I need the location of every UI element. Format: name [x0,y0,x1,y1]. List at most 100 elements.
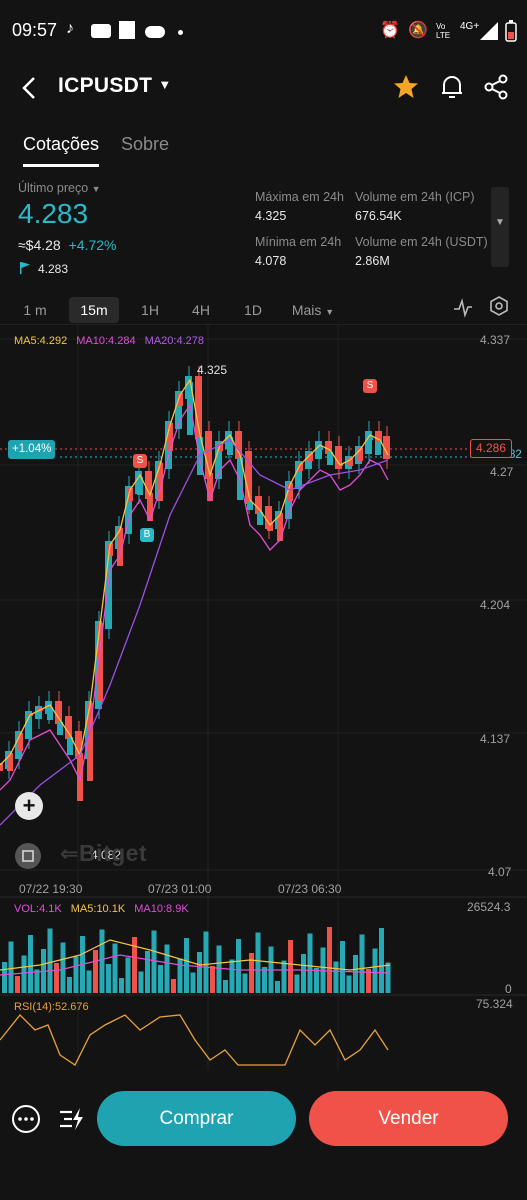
tf-more[interactable]: Mais ▼ [287,297,339,323]
volume-bar [86,970,92,993]
volume-bar [275,981,280,993]
volume-bar [229,959,235,993]
x-tick: 07/23 01:00 [148,882,212,896]
volume-bar [164,944,170,993]
tf-1h[interactable]: 1H [132,297,168,323]
rsi-legend: RSI(14):52.676 [14,1001,89,1013]
stats-expand-button[interactable]: ▼ [491,187,509,267]
tf-1d[interactable]: 1D [235,297,271,323]
volume-bar [340,941,345,993]
volume-bar [54,963,59,993]
status-time: 09:57 [12,20,58,40]
high-24h-value: 4.325 [255,209,287,223]
pct-change-tag: +1.04% [8,440,56,459]
vol-ma5-legend: MA5:10.1K [70,903,126,915]
tf-1m[interactable]: 1 m [16,297,54,323]
last-price-label[interactable]: Último preço ▼ [18,181,101,195]
volume-bar [67,977,72,993]
vol-ma10-legend: MA10:8.9K [134,903,189,915]
bitget-watermark: ⇐Bitget [60,840,148,866]
volume-bar [255,932,261,993]
x-tick: 07/22 19:30 [19,882,83,896]
youtube-icon [91,24,111,38]
add-drawing-button[interactable]: + [15,792,43,820]
volume-bar [242,973,248,993]
volume-bar [314,968,319,993]
ma20-line [0,439,389,826]
more-dots-icon [18,1117,34,1121]
quick-trade-icon[interactable] [58,1106,86,1132]
candle [235,431,242,459]
volume-bar [151,930,157,993]
cloud-icon [145,26,165,38]
sell-button[interactable]: Vender [309,1091,508,1146]
sell-marker[interactable]: S [133,454,147,468]
pair-name: ICPUSDT [58,74,153,97]
volume-bar [112,943,118,993]
rsi-line [0,1014,389,1066]
back-icon[interactable] [20,76,40,100]
volume-bar [145,951,150,993]
low-24h-value: 4.078 [255,254,287,268]
volume-bar [262,967,267,993]
volume-bar [281,960,287,993]
tab-cotacoes[interactable]: Cotações [23,134,99,155]
low-24h-label: Mínima em 24h [255,235,342,249]
share-icon[interactable] [484,74,508,100]
candle [365,431,372,454]
settings-icon[interactable] [489,296,509,316]
mute-icon: 🔕 [408,22,428,39]
volume-bar [15,976,20,993]
volume-bar [60,942,66,993]
volume-bar [210,966,215,993]
bell-icon[interactable] [440,74,464,100]
volume-bar [93,950,98,993]
indicator-icon[interactable] [453,298,473,318]
volume-bar [359,934,365,993]
kline-chart[interactable] [0,325,527,1070]
pair-selector[interactable]: ICPUSDT ▼ [58,74,172,98]
y-tick: 4.137 [480,732,511,746]
high-24h-label: Máxima em 24h [255,190,344,204]
tab-sobre[interactable]: Sobre [121,134,169,155]
y-tick: 4.204 [480,598,511,612]
caret-down-icon: ▼ [91,184,101,194]
system-nav-bar [0,1170,527,1200]
tf-15m[interactable]: 15m [69,297,119,323]
volume-bar [327,927,332,993]
tiktok-icon: ♪ [66,20,74,37]
buy-button[interactable]: Comprar [97,1091,296,1146]
volume-bar [190,972,196,993]
star-icon[interactable] [393,74,419,100]
volume-bar [372,948,378,993]
volume-bar [106,964,111,993]
volume-bar [125,957,131,993]
volume-bar [119,978,124,993]
volume-legend: VOL:4.1K MA5:10.1K MA10:8.9K [14,903,189,915]
caret-down-icon: ▼ [158,77,172,92]
current-price-tag: 4.286 [470,439,513,458]
buy-marker[interactable]: B [140,528,154,542]
rsi-axis-top: 75.324 [476,997,513,1011]
volume-bar [346,975,352,993]
volume-bar [158,965,163,993]
volume-bar [177,958,183,993]
volume-bar [294,974,300,993]
price-usd-row: ≈$4.28 +4.72% [18,237,116,253]
vol-icp-value: 676.54K [355,209,402,223]
volume-bar [301,954,306,993]
volume-bar [333,961,339,993]
volume-axis-bottom: 0 [505,982,512,996]
volte-icon: Vo LTE [436,22,451,40]
price-change: +4.72% [68,237,117,253]
volume-bar [197,952,202,993]
fullscreen-button[interactable] [15,843,41,869]
volume-bar [223,980,228,993]
volume-bar [203,931,209,993]
vol-usdt-value: 2.86M [355,254,390,268]
sell-marker[interactable]: S [363,379,377,393]
app-icon [119,21,135,39]
dot-icon [178,30,183,35]
tf-4h[interactable]: 4H [183,297,219,323]
more-button[interactable] [12,1105,40,1133]
